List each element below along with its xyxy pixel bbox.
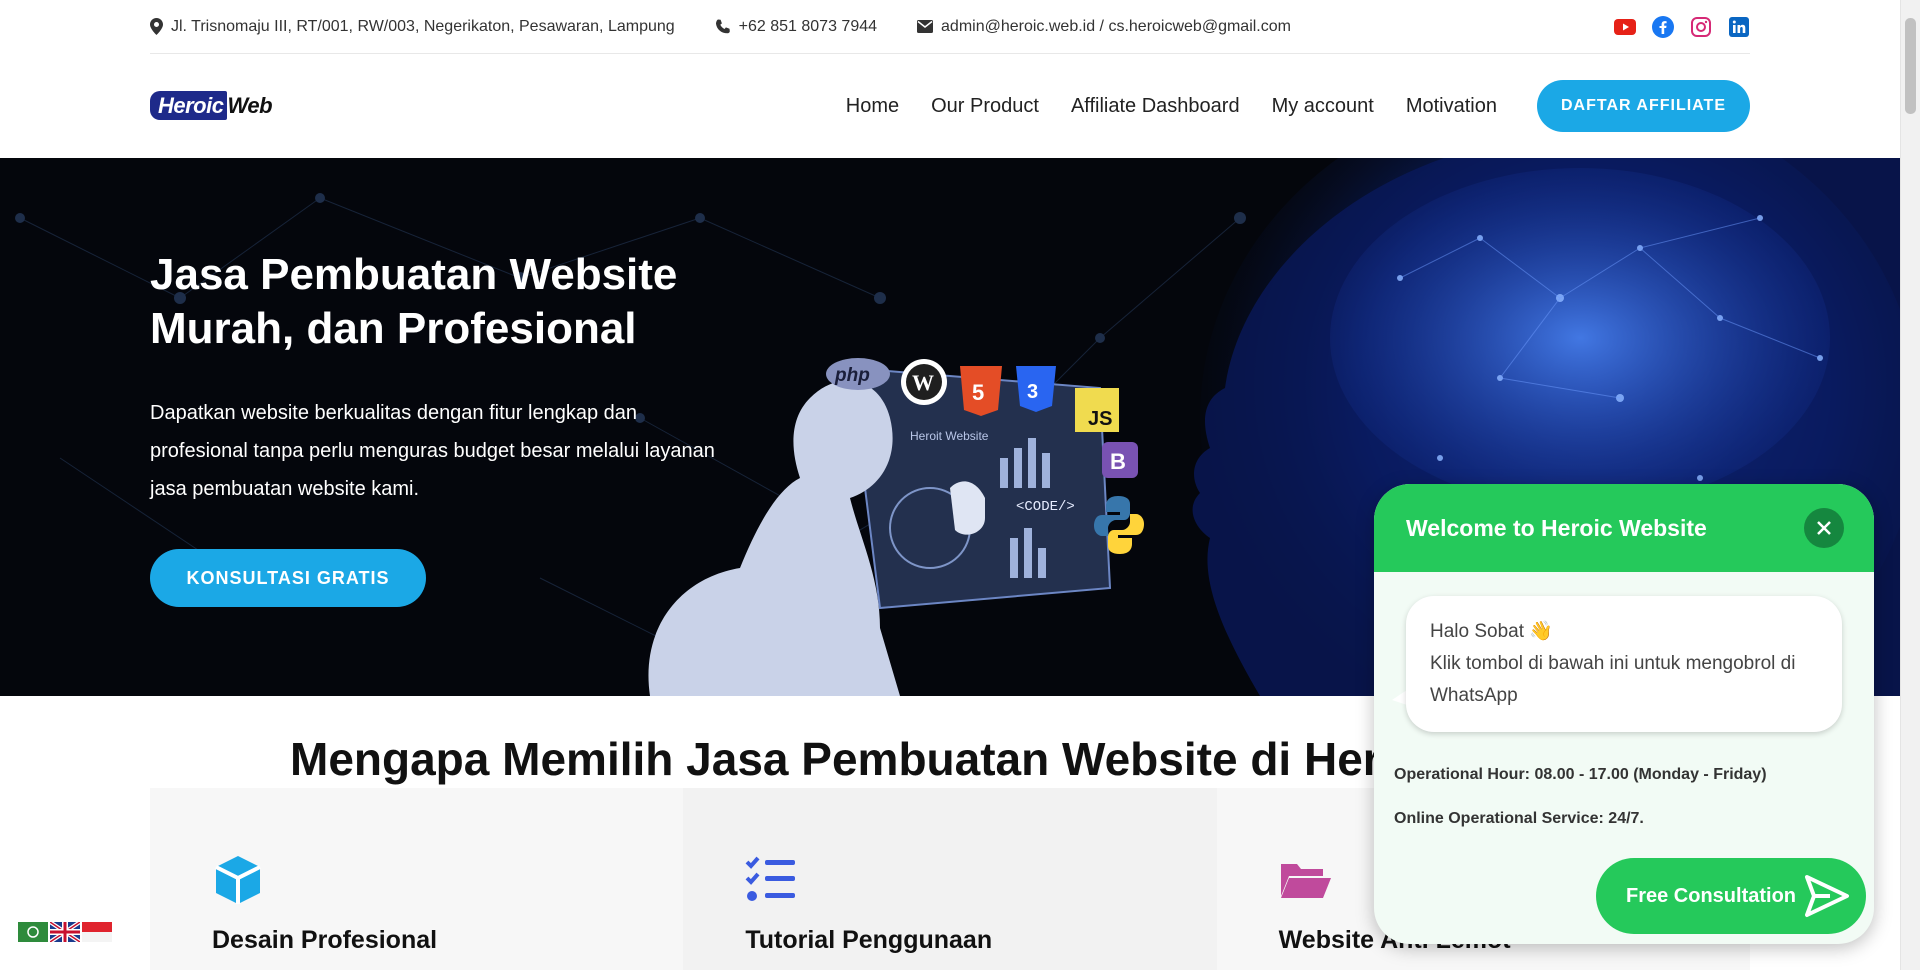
chat-greeting: Halo Sobat 👋	[1430, 621, 1553, 642]
email-text: admin@heroic.web.id / cs.heroicweb@gmail…	[941, 17, 1291, 35]
scrollbar-thumb[interactable]	[1905, 18, 1916, 114]
free-consultation-button[interactable]: Free Consultation	[1596, 858, 1866, 934]
checklist-icon	[745, 856, 796, 901]
online-service: Online Operational Service: 24/7.	[1394, 810, 1644, 827]
main-nav: Home Our Product Affiliate Dashboard My …	[846, 80, 1750, 132]
logo-part-1: Heroic	[150, 91, 228, 120]
phone-item[interactable]: +62 851 8073 7944	[715, 18, 877, 36]
nav-our-product[interactable]: Our Product	[931, 95, 1039, 118]
js-logo: JS	[1088, 408, 1112, 430]
arabic-flag-icon[interactable]	[18, 922, 48, 942]
logo-part-2: Web	[227, 93, 273, 118]
instagram-icon[interactable]	[1690, 16, 1712, 38]
page-scrollbar[interactable]	[1900, 0, 1920, 970]
facebook-icon[interactable]	[1652, 15, 1674, 38]
chat-message-bubble: Halo Sobat 👋 Klik tombol di bawah ini un…	[1406, 596, 1842, 732]
feature-card: Tutorial Penggunaan	[683, 788, 1217, 970]
svg-text:W: W	[912, 370, 934, 395]
social-links	[1614, 15, 1750, 38]
chat-message: Klik tombol di bawah ini untuk mengobrol…	[1430, 653, 1796, 706]
topbar: Jl. Trisnomaju III, RT/001, RW/003, Nege…	[150, 0, 1750, 54]
folder-icon	[1280, 864, 1331, 898]
svg-text:3: 3	[1027, 381, 1038, 403]
english-flag-icon[interactable]	[48, 920, 82, 944]
nav-affiliate-dashboard[interactable]: Affiliate Dashboard	[1071, 95, 1240, 118]
email-item[interactable]: admin@heroic.web.id / cs.heroicweb@gmail…	[917, 18, 1291, 36]
section-title: Mengapa Memilih Jasa Pembuatan Website d…	[290, 733, 1381, 785]
close-button[interactable]	[1804, 508, 1844, 548]
konsultasi-gratis-button[interactable]: KONSULTASI GRATIS	[150, 549, 426, 607]
free-consultation-label: Free Consultation	[1626, 884, 1797, 907]
indonesian-flag-icon[interactable]	[82, 922, 112, 942]
linkedin-icon[interactable]	[1728, 16, 1750, 38]
address-item: Jl. Trisnomaju III, RT/001, RW/003, Nege…	[150, 18, 675, 36]
nav-motivation[interactable]: Motivation	[1406, 95, 1497, 118]
operational-hours: Operational Hour: 08.00 - 17.00 (Monday …	[1394, 766, 1767, 783]
chat-title: Welcome to Heroic Website	[1406, 514, 1707, 541]
phone-icon	[715, 19, 730, 33]
bootstrap-logo: B	[1110, 449, 1126, 474]
daftar-affiliate-button[interactable]: DAFTAR AFFILIATE	[1536, 80, 1750, 132]
address-text: Jl. Trisnomaju III, RT/001, RW/003, Nege…	[171, 17, 675, 35]
feature-card-title: Tutorial Penggunaan	[745, 926, 993, 954]
whatsapp-chat-widget: Welcome to Heroic Website Halo Sobat 👋 K…	[1374, 484, 1874, 944]
nav-my-account[interactable]: My account	[1272, 95, 1374, 118]
youtube-icon[interactable]	[1614, 16, 1636, 38]
hero-description: Dapatkan website berkualitas dengan fitu…	[150, 402, 715, 500]
feature-card-title: Desain Profesional	[212, 926, 438, 954]
feature-card: Desain Profesional	[150, 788, 684, 970]
code-label: <CODE/>	[1016, 499, 1075, 515]
close-icon	[1817, 521, 1831, 535]
phone-text: +62 851 8073 7944	[738, 17, 878, 35]
location-pin-icon	[150, 18, 163, 35]
php-logo: php	[834, 365, 870, 386]
box-icon	[215, 856, 261, 904]
send-icon	[1805, 875, 1849, 917]
language-switcher	[18, 920, 112, 944]
site-header: Heroic Web Home Our Product Affiliate Das…	[150, 54, 1750, 158]
site-logo[interactable]: Heroic Web	[150, 91, 273, 120]
envelope-icon	[917, 20, 934, 33]
panel-label: Heroit Website	[910, 429, 989, 443]
hero-title: Jasa Pembuatan Website Murah, dan Profes…	[150, 250, 678, 353]
logo-wordmark: Heroic Web	[150, 91, 273, 120]
nav-home[interactable]: Home	[846, 95, 899, 118]
svg-text:5: 5	[972, 380, 984, 405]
chat-header: Welcome to Heroic Website	[1374, 484, 1874, 572]
